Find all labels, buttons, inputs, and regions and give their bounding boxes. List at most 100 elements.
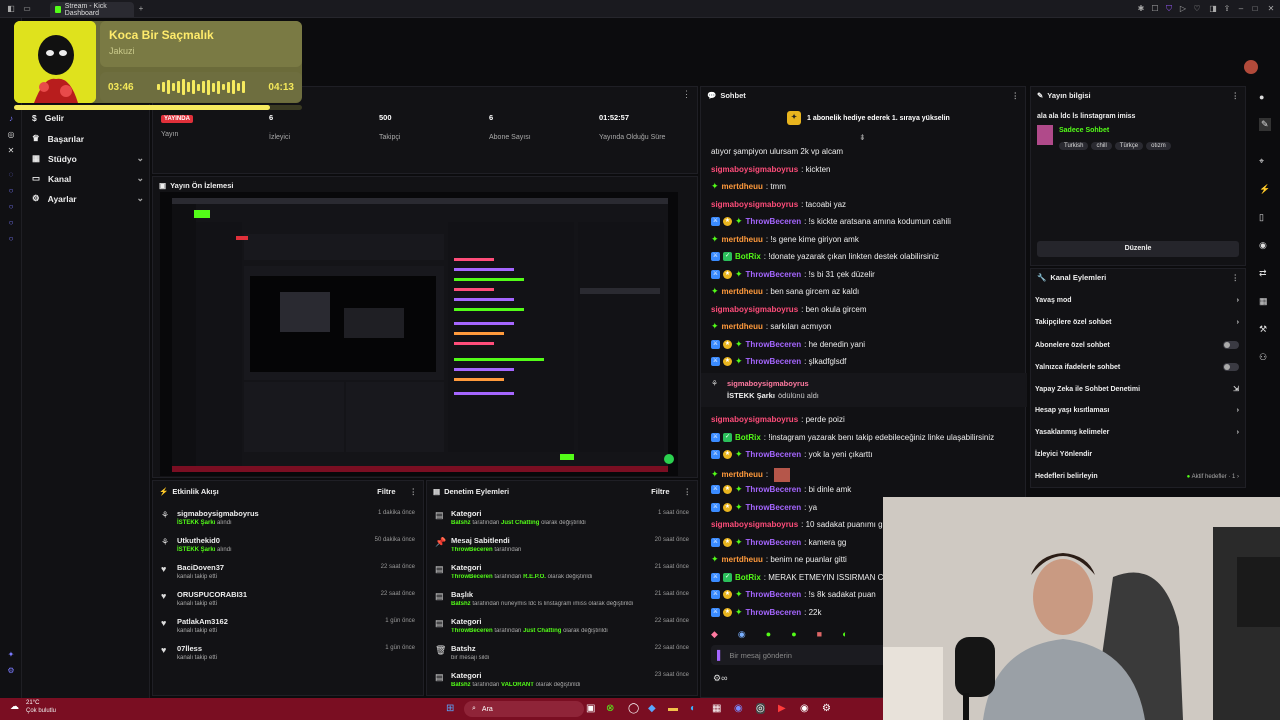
chat-username[interactable]: ThrowBeceren: [746, 485, 802, 494]
chat-message[interactable]: ✦ mertdheuu: ben sana gircem az kaldı: [711, 287, 859, 297]
chat-message[interactable]: ⚔ ★ ✦ ThrowBeceren: !s bi 31 çek düzelir: [711, 269, 875, 279]
nav-item-channel[interactable]: ▭ Kanal ⌄: [32, 173, 144, 184]
more-icon[interactable]: ⋮: [684, 487, 692, 496]
emote-icon[interactable]: ●: [766, 629, 771, 640]
stream-preview[interactable]: [160, 192, 678, 476]
moderation-item[interactable]: ▤ Kategori ThrowBeceren tarafından Just Ch…: [435, 617, 689, 643]
chat-username[interactable]: mertdheuu: [722, 287, 763, 296]
chat-username[interactable]: ThrowBeceren: [746, 590, 802, 599]
chat-message[interactable]: ✦ mertdheuu: tmm: [711, 182, 786, 192]
toggle-switch[interactable]: [1223, 363, 1239, 371]
share-icon[interactable]: ⇪: [1222, 4, 1232, 14]
chat-username[interactable]: ThrowBeceren: [746, 608, 802, 617]
windows-start-icon[interactable]: ⊞: [446, 703, 454, 714]
gift-banner[interactable]: ✦ 1 abonelik hediye ederek 1. sıraya yük…: [787, 111, 950, 125]
bolt-icon[interactable]: ⚡: [1259, 184, 1270, 195]
activity-item[interactable]: ♥ ORUSPUCORABI31 kanalı takip etti 22 saat …: [161, 590, 415, 616]
chat-message[interactable]: ⚔ ✓ BotRix: MERAK ETMEYIN ISSIRMAN C: [711, 572, 883, 582]
bookmark-icon[interactable]: ☐: [1150, 4, 1160, 14]
nav-item-studio[interactable]: ▦ Stüdyo ⌄: [32, 153, 144, 164]
moderation-item[interactable]: 🗑 Batshz bir mesajı sildi 22 saat önce: [435, 644, 689, 670]
moderation-item[interactable]: ▤ Kategori ThrowBeceren tarafından R.E.P.O…: [435, 563, 689, 589]
chat-message[interactable]: ✦ mertdheuu:: [711, 467, 791, 482]
circle-icon[interactable]: ○: [6, 218, 16, 228]
window-icon[interactable]: ◧: [6, 4, 16, 14]
circle-icon[interactable]: ○: [6, 234, 16, 244]
chat-bubble-icon[interactable]: ◉: [1259, 240, 1267, 251]
taskbar-search[interactable]: ⌕ Ara: [464, 701, 584, 717]
nav-item-revenue[interactable]: $ Gelir: [32, 113, 144, 123]
tag[interactable]: Türkçe: [1114, 142, 1144, 150]
arrows-icon[interactable]: ⇄: [1259, 268, 1267, 279]
instagram-icon[interactable]: ◎: [6, 130, 16, 140]
xbox-icon[interactable]: ⊗: [606, 703, 614, 714]
chat-message[interactable]: ⚔ ★ ✦ ThrowBeceren: !s kickte aratsana amın…: [711, 217, 951, 226]
chat-message[interactable]: ⚔ ★ ✦ ThrowBeceren: 22k: [711, 607, 821, 617]
activity-item[interactable]: ♥ BaciDoven37 kanalı takip etti 22 saat önc…: [161, 563, 415, 589]
youtube-icon[interactable]: ▶: [778, 703, 786, 714]
activity-item[interactable]: ⚘ Utkuthekid0 İSTEKK Şarkı alındı 50 dakika…: [161, 536, 415, 562]
chat-username[interactable]: mertdheuu: [722, 235, 763, 244]
close-icon[interactable]: ✕: [1266, 4, 1276, 14]
chat-message[interactable]: sigmaboysigmaboyrus: perde poizi: [711, 415, 845, 424]
chat-username[interactable]: BotRix: [735, 433, 761, 442]
chat-username[interactable]: ThrowBeceren: [746, 217, 802, 226]
discord-icon[interactable]: ◉: [734, 703, 743, 714]
chat-message[interactable]: atıyor şampiyon ulursam 2k vp alcam: [711, 147, 843, 156]
activity-item[interactable]: ♥ PatlakAm3162 kanalı takip etti 1 gün önce: [161, 617, 415, 643]
minimize-icon[interactable]: –: [1236, 4, 1246, 14]
channel-action-row[interactable]: Yavaş mod ›: [1035, 297, 1239, 304]
chat-message[interactable]: ⚔ ✓ BotRix: !donate yazarak çıkan linkten …: [711, 252, 939, 261]
emote-icon[interactable]: ◐: [842, 629, 847, 640]
settings-icon[interactable]: ⚙: [6, 666, 16, 676]
tag[interactable]: otızm: [1146, 142, 1171, 150]
chat-message[interactable]: ⚔ ✓ BotRix: !instagram yazarak benı takip …: [711, 432, 994, 442]
chat-message[interactable]: sigmaboysigmaboyrus: ben okula gircem: [711, 305, 867, 314]
channel-action-row[interactable]: Yapay Zeka ile Sohbet Denetimi ⇲: [1035, 385, 1239, 394]
chat-message[interactable]: sigmaboysigmaboyrus: kickten: [711, 165, 830, 174]
chat-username[interactable]: ThrowBeceren: [746, 270, 802, 279]
tag[interactable]: chill: [1091, 142, 1112, 150]
emote-icon[interactable]: ◆: [711, 629, 718, 640]
moderation-item[interactable]: 📌 Mesaj Sabitlendi ThrowBeceren tarafından…: [435, 536, 689, 562]
activity-item[interactable]: ⚘ sigmaboysigmaboyrus İSTEKK Şarkı alındı 1…: [161, 509, 415, 535]
emote-icon[interactable]: ●: [791, 629, 796, 640]
chat-username[interactable]: sigmaboysigmaboyrus: [711, 305, 798, 314]
grid-icon[interactable]: ▦: [1259, 296, 1268, 307]
heart-icon[interactable]: ♡: [1192, 4, 1202, 14]
activity-item[interactable]: ♥ 07lless kanalı takip etti 1 gün önce: [161, 644, 415, 670]
chat-message[interactable]: sigmaboysigmaboyrus: tacoabi yaz: [711, 200, 846, 209]
circle-icon[interactable]: ○: [6, 186, 16, 196]
chat-username[interactable]: mertdheuu: [722, 182, 763, 191]
app-icon[interactable]: ◯: [628, 703, 639, 714]
channel-action-row[interactable]: Yalnızca ifadelerle sohbet: [1035, 363, 1239, 371]
chat-message[interactable]: ✦ mertdheuu: !s gene kime giriyon amk: [711, 234, 859, 244]
shield-icon[interactable]: ⛉: [1164, 4, 1174, 14]
chat-username[interactable]: sigmaboysigmaboyrus: [711, 165, 798, 174]
x-icon[interactable]: ✕: [6, 146, 16, 156]
tiktok-icon[interactable]: ♪: [6, 114, 16, 124]
task-view-icon[interactable]: ▣: [586, 703, 595, 714]
moderation-item[interactable]: ▤ Başlık Batshz tarafından nuneymis ldc ls…: [435, 590, 689, 616]
filter-button[interactable]: Filtre: [377, 487, 395, 496]
browser-tab[interactable]: Stream - Kick Dashboard: [50, 2, 134, 17]
filter-button[interactable]: Filtre: [651, 487, 669, 496]
chat-message[interactable]: sigmaboysigmaboyrus: 10 sadakat puanımı …: [711, 520, 883, 529]
chat-message[interactable]: ⚔ ★ ✦ ThrowBeceren: şlkadfglsdf: [711, 357, 846, 366]
app-icon[interactable]: ▦: [712, 703, 721, 714]
chat-message[interactable]: ⚔ ★ ✦ ThrowBeceren: kamera gg: [711, 537, 846, 547]
channel-action-row[interactable]: Abonelere özel sohbet: [1035, 341, 1239, 349]
more-icon[interactable]: ⋮: [1232, 273, 1240, 282]
settings-icon[interactable]: ⚙∞: [713, 673, 727, 684]
chat-username[interactable]: ThrowBeceren: [746, 450, 802, 459]
messenger-icon[interactable]: ◌: [6, 170, 16, 180]
circle-icon[interactable]: ○: [6, 202, 16, 212]
pencil-icon[interactable]: ✎: [1259, 118, 1271, 131]
more-icon[interactable]: ⋮: [682, 89, 691, 100]
emote-icon[interactable]: ◉: [738, 629, 746, 640]
play-icon[interactable]: ▷: [1178, 4, 1188, 14]
maximize-icon[interactable]: □: [1250, 4, 1260, 14]
nav-item-achievements[interactable]: ♛ Başarılar: [32, 133, 144, 144]
steam-icon[interactable]: ⚙: [822, 703, 831, 714]
tab-list-icon[interactable]: ▭: [22, 4, 32, 14]
